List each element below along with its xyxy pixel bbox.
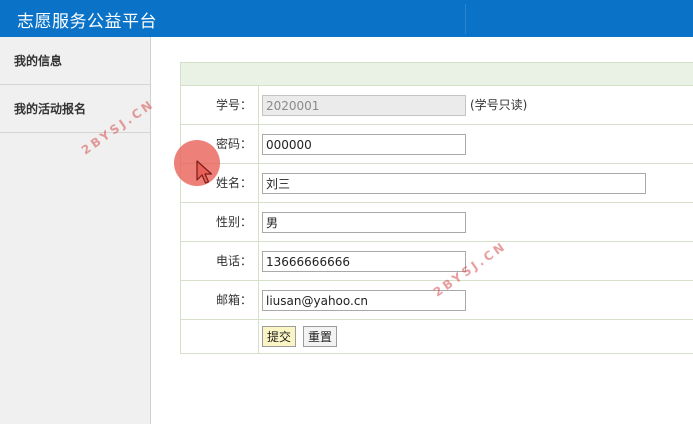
sidebar-item-my-info[interactable]: 我的信息 (0, 37, 150, 85)
form-row-gender: 性别： (180, 203, 693, 242)
student-id-readonly-note: (学号只读) (470, 98, 528, 112)
profile-form: 学号： (学号只读) 密码： 姓名： 性别： 电话： 邮箱： (180, 62, 693, 354)
gender-input[interactable] (262, 212, 466, 233)
header-divider (465, 4, 466, 34)
app-title: 志愿服务公益平台 (17, 12, 157, 32)
form-row-phone: 电话： (180, 242, 693, 281)
form-row-password: 密码： (180, 125, 693, 164)
password-label: 密码： (181, 125, 259, 163)
email-label: 邮箱： (181, 281, 259, 319)
gender-label: 性别： (181, 203, 259, 241)
form-row-actions: 提交 重置 (180, 320, 693, 354)
password-input[interactable] (262, 134, 466, 155)
actions-label-cell (181, 320, 259, 353)
student-id-input[interactable] (262, 95, 466, 116)
sidebar: 我的信息 我的活动报名 (0, 37, 151, 424)
email-input[interactable] (262, 290, 466, 311)
form-header-bar (180, 62, 693, 86)
form-row-email: 邮箱： (180, 281, 693, 320)
phone-input[interactable] (262, 251, 466, 272)
form-row-student-id: 学号： (学号只读) (180, 86, 693, 125)
phone-label: 电话： (181, 242, 259, 280)
sidebar-item-my-activity-signup[interactable]: 我的活动报名 (0, 85, 150, 133)
name-label: 姓名： (181, 164, 259, 202)
name-input[interactable] (262, 173, 646, 194)
student-id-label: 学号： (181, 86, 259, 124)
submit-button[interactable]: 提交 (262, 326, 297, 347)
reset-button[interactable]: 重置 (303, 326, 338, 347)
app-header: 志愿服务公益平台 (0, 0, 693, 37)
form-row-name: 姓名： (180, 164, 693, 203)
